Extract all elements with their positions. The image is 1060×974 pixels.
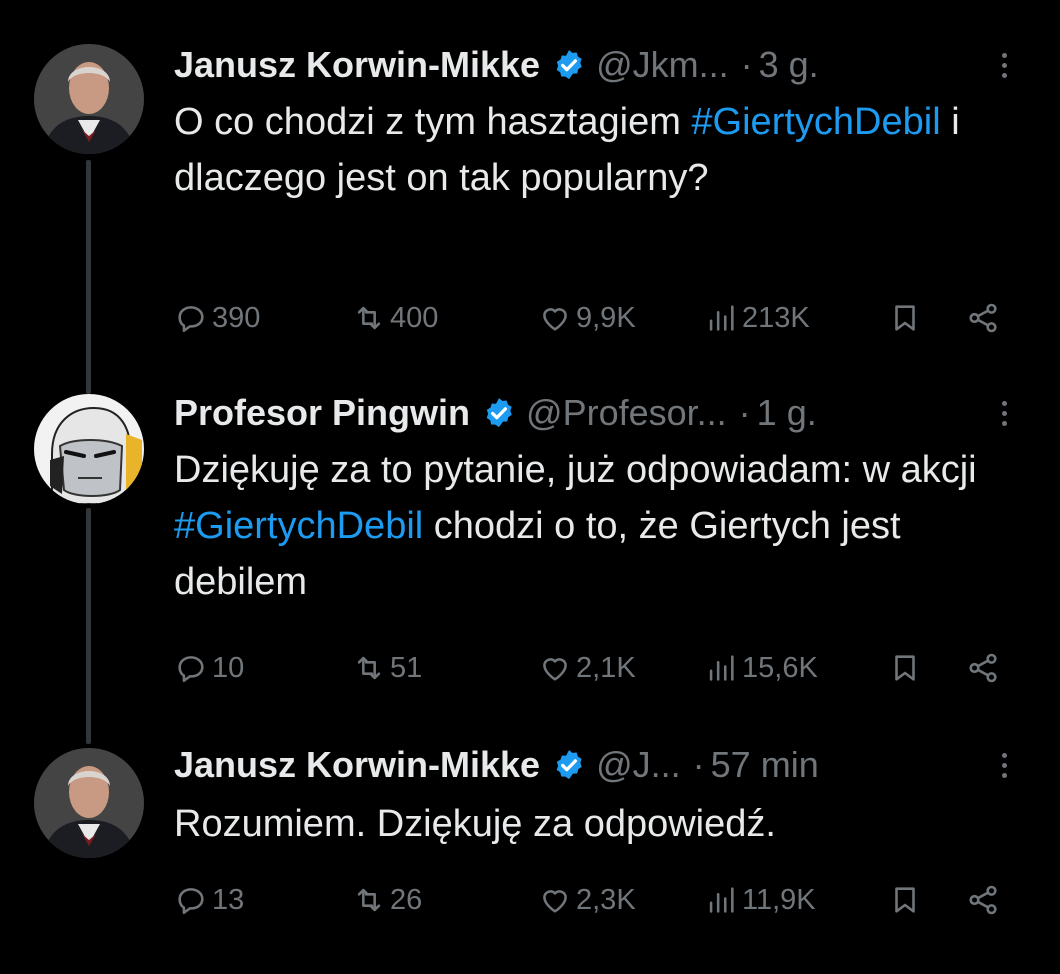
tweet-text: Rozumiem. Dziękuję za odpowiedź. (174, 803, 776, 845)
share-icon (969, 653, 997, 683)
views-button[interactable]: 213K (704, 296, 810, 340)
author-name[interactable]: Profesor Pingwin (174, 392, 470, 434)
text-segment: Dziękuję za to pytanie, już odpowiadam: … (174, 449, 977, 491)
heart-icon (543, 308, 567, 331)
bookmark-button[interactable] (888, 296, 922, 340)
avatar[interactable] (34, 44, 144, 154)
reply-icon (178, 656, 204, 683)
reply-count: 10 (212, 651, 245, 684)
verified-badge-icon (556, 750, 582, 780)
bookmark-icon (895, 655, 915, 681)
tweet-actions: 10 51 2,1K 15,6K (0, 646, 1060, 690)
like-button[interactable]: 9,9K (538, 296, 636, 340)
more-icon[interactable] (992, 40, 1016, 90)
share-button[interactable] (966, 878, 1000, 922)
like-button[interactable]: 2,3K (538, 878, 636, 922)
views-count: 213K (742, 301, 810, 334)
text-segment: O co chodzi z tym hasztagiem (174, 101, 692, 143)
views-count: 11,9K (742, 883, 816, 916)
retweet-count: 51 (390, 651, 423, 684)
retweet-count: 26 (390, 883, 423, 916)
retweet-icon (357, 656, 381, 680)
share-icon (969, 303, 997, 333)
more-icon[interactable] (992, 388, 1016, 438)
views-button[interactable]: 15,6K (704, 646, 818, 690)
retweet-icon (357, 306, 381, 330)
avatar[interactable] (34, 394, 144, 504)
reply-icon (178, 888, 204, 915)
views-icon (709, 305, 734, 331)
timestamp[interactable]: 1 g. (757, 392, 817, 434)
heart-icon (543, 658, 567, 681)
tweet[interactable]: Profesor Pingwin @Profesor... · 1 g. Dzi… (0, 370, 1060, 720)
like-count: 2,1K (576, 651, 636, 684)
separator-dot: · (738, 392, 751, 433)
views-icon (709, 887, 734, 913)
avatar-photo (34, 44, 144, 154)
bookmark-icon (895, 887, 915, 913)
tweet-text: O co chodzi z tym hasztagiem #GiertychDe… (174, 94, 1024, 206)
views-count: 15,6K (742, 651, 818, 684)
tweet-actions: 390 400 9,9K 213K (0, 296, 1060, 340)
like-button[interactable]: 2,1K (538, 646, 636, 690)
share-button[interactable] (966, 296, 1000, 340)
retweet-button[interactable]: 400 (352, 296, 438, 340)
tweet-actions: 13 26 2,3K 11,9K (0, 878, 1060, 922)
reply-count: 13 (212, 883, 245, 916)
separator-dot: · (692, 744, 705, 785)
bookmark-button[interactable] (888, 878, 922, 922)
retweet-icon (357, 888, 381, 912)
heart-icon (543, 890, 567, 913)
views-button[interactable]: 11,9K (704, 878, 816, 922)
retweet-button[interactable]: 51 (352, 646, 422, 690)
author-name[interactable]: Janusz Korwin-Mikke (174, 744, 540, 786)
author-handle[interactable]: @J... (596, 744, 681, 786)
tweet[interactable]: Janusz Korwin-Mikke @J... · 57 min Rozum… (0, 720, 1060, 974)
timestamp[interactable]: 57 min (711, 744, 819, 786)
bookmark-button[interactable] (888, 646, 922, 690)
hashtag-link[interactable]: #GiertychDebil (174, 505, 423, 547)
views-icon (709, 655, 734, 681)
share-icon (969, 885, 997, 915)
reply-icon (178, 306, 204, 333)
like-count: 9,9K (576, 301, 636, 334)
avatar-photo (34, 748, 144, 858)
avatar-drawing (34, 394, 144, 504)
tweet-text: Dziękuję za to pytanie, już odpowiadam: … (174, 442, 1024, 610)
author-handle[interactable]: @Profesor... (526, 392, 727, 434)
hashtag-link[interactable]: #GiertychDebil (691, 101, 940, 143)
more-icon[interactable] (992, 740, 1016, 790)
bookmark-icon (895, 305, 915, 331)
reply-button[interactable]: 13 (174, 878, 244, 922)
timestamp[interactable]: 3 g. (759, 44, 819, 86)
author-name[interactable]: Janusz Korwin-Mikke (174, 44, 540, 86)
avatar[interactable] (34, 748, 144, 858)
verified-badge-icon (556, 50, 582, 80)
reply-button[interactable]: 10 (174, 646, 244, 690)
retweet-button[interactable]: 26 (352, 878, 422, 922)
like-count: 2,3K (576, 883, 636, 916)
reply-count: 390 (212, 301, 261, 334)
tweet[interactable]: Janusz Korwin-Mikke @Jkm... · 3 g. O co … (0, 0, 1060, 370)
verified-badge-icon (486, 398, 512, 428)
retweet-count: 400 (390, 301, 439, 334)
reply-button[interactable]: 390 (174, 296, 260, 340)
separator-dot: · (740, 44, 753, 85)
share-button[interactable] (966, 646, 1000, 690)
author-handle[interactable]: @Jkm... (596, 44, 729, 86)
